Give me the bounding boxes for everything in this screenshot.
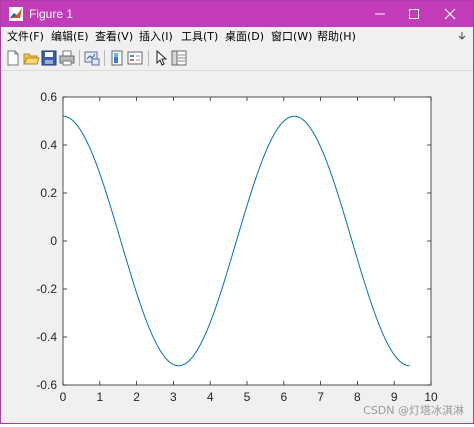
x-tick-label: 2 (133, 390, 140, 404)
plot-area[interactable]: 0 1 2 3 4 5 6 7 8 9 100.60.40.20-0.2-0.4-0.6 (1, 71, 473, 423)
maximize-icon (409, 9, 419, 19)
legend-icon[interactable] (126, 49, 144, 67)
close-button[interactable] (433, 1, 467, 27)
x-tick-label: 1 (96, 390, 103, 404)
y-tick-label: 0 (50, 234, 57, 248)
colorbar-icon[interactable] (108, 49, 126, 67)
matlab-logo-icon (9, 7, 23, 21)
save-icon[interactable] (40, 49, 58, 67)
close-icon (444, 8, 456, 20)
open-file-icon[interactable] (22, 49, 40, 67)
menu-tools[interactable]: 工具(T) (181, 29, 218, 44)
y-tick-label: -0.2 (36, 282, 57, 296)
menu-help[interactable]: 帮助(H) (317, 29, 356, 44)
maximize-button[interactable] (397, 1, 431, 27)
x-tick-label: 8 (354, 390, 361, 404)
menu-window[interactable]: 窗口(W) (271, 29, 312, 44)
x-tick-label: 3 (170, 390, 177, 404)
figure-canvas: 0 1 2 3 4 5 6 7 8 9 10 0.6 0.4 0.2 0 -0.2 -0.4 -0.6 (1, 71, 473, 423)
minimize-button[interactable] (363, 1, 397, 27)
print-icon[interactable] (58, 49, 76, 67)
property-inspector-icon[interactable] (170, 49, 188, 67)
dock-arrow-icon[interactable] (457, 31, 467, 41)
menu-desktop[interactable]: 桌面(D) (225, 29, 264, 44)
x-tick-label: 7 (317, 390, 324, 404)
toolbar-separator (148, 50, 149, 66)
x-tick-label: 5 (244, 390, 251, 404)
edit-plot-icon[interactable] (152, 49, 170, 67)
menu-file[interactable]: 文件(F) (7, 29, 44, 44)
minimize-icon (375, 13, 385, 15)
y-tick-label: -0.6 (36, 378, 57, 392)
x-tick-label: 0 (60, 390, 67, 404)
toolbar-separator (104, 50, 105, 66)
menu-bar: 文件(F) 编辑(E) 查看(V) 插入(I) 工具(T) 桌面(D) 窗口(W… (1, 27, 473, 46)
toolbar-separator (79, 50, 80, 66)
toolbar (1, 46, 473, 71)
axes-background (63, 97, 431, 385)
figure-window: Figure 1 文件(F) 编辑(E) 查看(V) 插入(I) 工具(T) 桌… (0, 0, 474, 424)
link-plot-icon[interactable] (83, 49, 101, 67)
menu-view[interactable]: 查看(V) (95, 29, 133, 44)
menu-insert[interactable]: 插入(I) (139, 29, 173, 44)
y-tick-label: 0.4 (40, 138, 57, 152)
menu-edit[interactable]: 编辑(E) (51, 29, 89, 44)
x-tick-label: 6 (280, 390, 287, 404)
y-tick-label: -0.4 (36, 330, 57, 344)
y-tick-label: 0.6 (40, 90, 57, 104)
watermark: CSDN @灯塔冰淇淋 (363, 404, 464, 417)
new-figure-icon[interactable] (4, 49, 22, 67)
x-tick-label: 4 (207, 390, 214, 404)
y-tick-label: 0.2 (40, 186, 57, 200)
window-title: Figure 1 (29, 7, 74, 21)
title-bar[interactable]: Figure 1 (1, 1, 473, 27)
